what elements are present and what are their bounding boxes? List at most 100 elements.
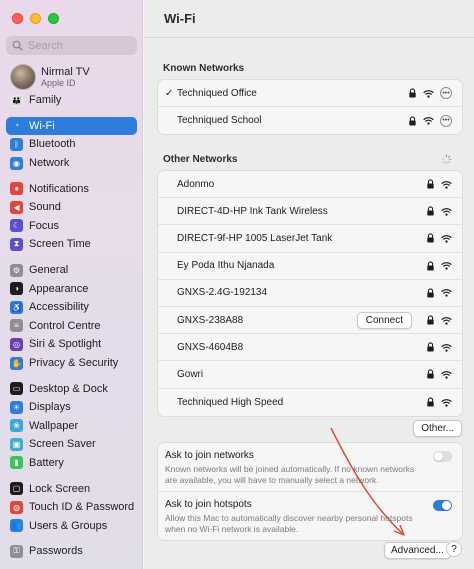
lock-icon	[427, 369, 434, 379]
sidebar-item-notifications[interactable]: ● Notifications	[6, 179, 137, 198]
ask-join-networks-toggle[interactable]	[433, 451, 452, 462]
known-network-row[interactable]: Techniqued School •••	[158, 107, 462, 134]
main-pane: Wi-Fi Known Networks ✓ Techniqued Office •…	[144, 0, 474, 569]
lock-icon	[427, 288, 434, 298]
page-title: Wi-Fi	[164, 11, 196, 26]
sidebar-item-accessibility[interactable]: ♿ Accessibility	[6, 298, 137, 317]
zoom-window-button[interactable]	[48, 13, 59, 24]
other-network-button[interactable]: Other...	[413, 420, 462, 437]
sidebar-item-label: Privacy & Security	[29, 357, 119, 370]
other-network-row[interactable]: Ey Poda Ithu Njanada	[158, 253, 462, 280]
wallpaper-icon: ❀	[10, 419, 23, 433]
other-network-row[interactable]: DIRECT-4D-HP Ink Tank Wireless	[158, 198, 462, 226]
sidebar-item-privacy-security[interactable]: ✋ Privacy & Security	[6, 354, 137, 373]
sidebar-item-siri-spotlight[interactable]: ◎ Siri & Spotlight	[6, 335, 137, 354]
loading-spinner-icon	[441, 154, 452, 165]
network-name: GNXS-238A88	[177, 314, 244, 326]
other-network-row[interactable]: Techniqued High Speed	[158, 389, 462, 416]
help-button[interactable]: ?	[446, 541, 462, 557]
sidebar-item-label: Battery	[29, 456, 64, 469]
ask-join-networks-description: Known networks will be joined automatica…	[165, 464, 415, 485]
other-network-row[interactable]: Gowri	[158, 361, 462, 389]
close-window-button[interactable]	[12, 13, 23, 24]
sidebar-item-bluetooth[interactable]: ᛒ Bluetooth	[6, 135, 137, 154]
advanced-button[interactable]: Advanced...	[384, 542, 451, 559]
sidebar-item-appearance[interactable]: ◑ Appearance	[6, 279, 137, 298]
sidebar-item-label: Focus	[29, 219, 59, 232]
sidebar-item-wallpaper[interactable]: ❀ Wallpaper	[6, 417, 137, 436]
other-network-row[interactable]: Adonmo	[158, 171, 462, 199]
other-network-row[interactable]: GNXS-238A88 Connect	[158, 307, 462, 335]
lock-screen-icon: ▢	[10, 482, 23, 496]
ask-join-hotspots-toggle[interactable]	[433, 500, 452, 511]
other-network-row[interactable]: GNXS-2.4G-192134	[158, 280, 462, 307]
sidebar-item-label: Lock Screen	[29, 482, 91, 495]
other-networks-heading: Other Networks	[163, 154, 238, 165]
sidebar-separator	[6, 110, 137, 117]
sidebar-search[interactable]	[6, 36, 137, 55]
sidebar-item-label: Bluetooth	[29, 138, 76, 151]
screen-saver-icon: ▣	[10, 437, 23, 451]
sidebar-item-sound[interactable]: ◀ Sound	[6, 198, 137, 217]
lock-icon	[427, 206, 434, 216]
sidebar-nav: 👪 Family ◔ Wi-Fi ᛒ Bluetooth ◉ Network ● Notifica…	[6, 91, 137, 561]
minimize-window-button[interactable]	[30, 13, 41, 24]
sidebar-item-focus[interactable]: ☾ Focus	[6, 217, 137, 236]
sidebar-item-network[interactable]: ◉ Network	[6, 154, 137, 173]
sidebar-item-lock-screen[interactable]: ▢ Lock Screen	[6, 479, 137, 498]
network-status-icons	[426, 342, 452, 352]
ask-join-hotspots-title: Ask to join hotspots	[165, 499, 252, 510]
other-network-row[interactable]: DIRECT-9f-HP 1005 LaserJet Tank	[158, 225, 462, 253]
sidebar-item-label: Appearance	[29, 282, 89, 295]
sidebar-item-general[interactable]: ⚙ General	[6, 261, 137, 280]
more-options-icon[interactable]: •••	[440, 87, 452, 100]
sidebar-item-desktop-dock[interactable]: ▭ Desktop & Dock	[6, 379, 137, 398]
join-settings-group: Ask to join networks Known networks will…	[157, 442, 463, 541]
sidebar-separator	[6, 254, 137, 261]
lock-icon	[427, 179, 434, 189]
network-name: Ey Poda Ithu Njanada	[177, 260, 275, 272]
fingerprint-icon: ◍	[10, 500, 23, 514]
connect-button[interactable]: Connect	[356, 311, 412, 329]
sidebar-item-screen-saver[interactable]: ▣ Screen Saver	[6, 435, 137, 454]
network-status-icons	[426, 288, 452, 298]
sidebar-item-control-centre[interactable]: ≡ Control Centre	[6, 317, 137, 336]
sidebar-item-displays[interactable]: ☀ Displays	[6, 398, 137, 417]
globe-icon: ◉	[10, 156, 23, 170]
sidebar-item-label: Notifications	[29, 182, 89, 195]
more-options-icon[interactable]: •••	[440, 114, 452, 127]
sidebar-item-family[interactable]: 👪 Family	[6, 91, 137, 110]
sidebar-item-users-groups[interactable]: 👥 Users & Groups	[6, 516, 137, 535]
sidebar-item-wi-fi[interactable]: ◔ Wi-Fi	[6, 116, 137, 136]
network-name: DIRECT-9f-HP 1005 LaserJet Tank	[177, 232, 333, 244]
display-icon: ☀	[10, 400, 23, 414]
network-status-icons	[426, 369, 452, 379]
wifi-signal-icon	[441, 371, 452, 379]
sidebar-item-label: Sound	[29, 201, 61, 214]
accessibility-icon: ♿	[10, 300, 23, 314]
wifi-signal-icon	[441, 180, 452, 189]
sidebar-item-label: Users & Groups	[29, 519, 108, 532]
ask-join-hotspots-description: Allow this Mac to automatically discover…	[165, 513, 413, 534]
wifi-signal-icon	[423, 89, 434, 98]
wifi-signal-icon	[423, 117, 434, 126]
sidebar-item-battery[interactable]: ▮ Battery	[6, 454, 137, 473]
speaker-icon: ◀	[10, 200, 23, 214]
apple-id-profile[interactable]: Nirmal TV Apple ID	[10, 64, 90, 90]
known-network-row[interactable]: ✓ Techniqued Office •••	[158, 80, 462, 108]
control-centre-icon: ≡	[10, 319, 23, 333]
known-networks-list: ✓ Techniqued Office ••• Techniqued School ••…	[157, 79, 463, 136]
sidebar-item-label: Displays	[29, 401, 71, 414]
other-networks-list: Adonmo DIRECT-4D-HP Ink Tank Wireless DIRE…	[157, 170, 463, 417]
search-input[interactable]	[28, 39, 128, 52]
sidebar-item-touch-id-password[interactable]: ◍ Touch ID & Password	[6, 498, 137, 517]
network-status-icons	[426, 397, 452, 407]
sidebar-separator	[6, 372, 137, 379]
system-settings-window: Nirmal TV Apple ID 👪 Family ◔ Wi-Fi ᛒ Bluetoo…	[0, 0, 474, 569]
network-status-icons	[426, 261, 452, 271]
other-network-row[interactable]: GNXS-4604B8	[158, 334, 462, 362]
wifi-signal-icon	[441, 398, 452, 407]
sidebar-item-screen-time[interactable]: ⧗ Screen Time	[6, 235, 137, 254]
sidebar-item-passwords[interactable]: ⚿ Passwords	[6, 542, 137, 561]
users-icon: 👥	[10, 519, 23, 533]
